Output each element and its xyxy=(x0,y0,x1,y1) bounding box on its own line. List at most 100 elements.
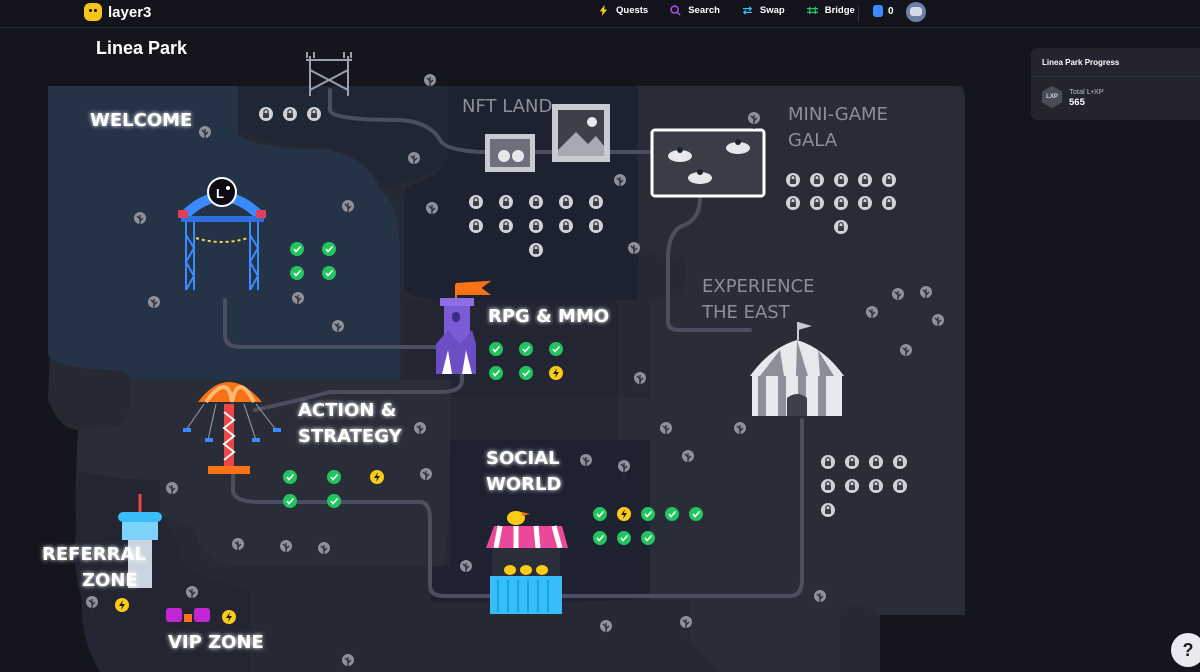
app-logo[interactable]: layer3 xyxy=(84,3,151,21)
quest-locked-icon[interactable] xyxy=(845,455,859,469)
label-social-1: SOCIAL xyxy=(486,448,560,469)
quest-done-icon[interactable] xyxy=(322,242,336,256)
svg-text:L: L xyxy=(216,186,224,201)
search-icon xyxy=(670,5,681,16)
quest-done-icon[interactable] xyxy=(489,366,503,380)
label-vip-zone: VIP ZONE xyxy=(168,632,264,653)
quest-done-icon[interactable] xyxy=(283,494,297,508)
progress-divider xyxy=(1031,76,1200,77)
bridge-icon xyxy=(806,6,818,15)
nav-bridge[interactable]: Bridge xyxy=(806,5,855,16)
quest-done-icon[interactable] xyxy=(641,531,655,545)
quest-locked-icon[interactable] xyxy=(893,455,907,469)
label-mini-game-1: MINI-GAME xyxy=(788,104,888,125)
quest-locked-icon[interactable] xyxy=(499,195,513,209)
quest-locked-icon[interactable] xyxy=(307,107,321,121)
label-social-2: WORLD xyxy=(486,474,561,495)
quest-done-icon[interactable] xyxy=(327,470,341,484)
quest-locked-icon[interactable] xyxy=(469,195,483,209)
quest-done-icon[interactable] xyxy=(290,266,304,280)
quest-locked-icon[interactable] xyxy=(529,243,543,257)
quest-done-icon[interactable] xyxy=(290,242,304,256)
nav-quests[interactable]: Quests xyxy=(598,5,648,16)
quest-locked-icon[interactable] xyxy=(529,195,543,209)
quest-done-icon[interactable] xyxy=(322,266,336,280)
quest-locked-icon[interactable] xyxy=(821,479,835,493)
nav-bridge-label: Bridge xyxy=(824,5,855,16)
quest-locked-icon[interactable] xyxy=(810,173,824,187)
quest-locked-icon[interactable] xyxy=(869,479,883,493)
quest-locked-icon[interactable] xyxy=(786,173,800,187)
quest-done-icon[interactable] xyxy=(549,342,563,356)
quest-done-icon[interactable] xyxy=(593,531,607,545)
quest-active-icon[interactable] xyxy=(617,507,631,521)
total-lxp-value: 565 xyxy=(1069,97,1085,108)
quest-done-icon[interactable] xyxy=(489,342,503,356)
main-nav: Quests Search Swap Bridge xyxy=(598,5,855,16)
layer3-logo-icon xyxy=(84,3,102,21)
label-mini-game-2: GALA xyxy=(788,130,838,151)
quest-done-icon[interactable] xyxy=(665,507,679,521)
label-action-2: STRATEGY xyxy=(298,426,403,447)
quest-locked-icon[interactable] xyxy=(283,107,297,121)
nav-swap[interactable]: Swap xyxy=(742,5,785,16)
gem-icon xyxy=(873,5,883,17)
nav-divider xyxy=(858,6,859,22)
lightning-icon xyxy=(599,5,608,16)
nav-quests-label: Quests xyxy=(616,5,649,16)
nav-search-label: Search xyxy=(688,5,720,16)
quest-locked-icon[interactable] xyxy=(589,195,603,209)
help-button[interactable]: ? xyxy=(1171,633,1200,667)
quest-locked-icon[interactable] xyxy=(821,503,835,517)
quest-done-icon[interactable] xyxy=(519,366,533,380)
quest-done-icon[interactable] xyxy=(593,507,607,521)
quest-active-icon[interactable] xyxy=(370,470,384,484)
quest-locked-icon[interactable] xyxy=(893,479,907,493)
quest-locked-icon[interactable] xyxy=(834,196,848,210)
quest-locked-icon[interactable] xyxy=(259,107,273,121)
social-booth xyxy=(486,511,568,614)
label-nft-land: NFT LAND xyxy=(462,96,552,117)
label-rpg-mmo: RPG & MMO xyxy=(488,306,609,327)
quest-locked-icon[interactable] xyxy=(810,196,824,210)
quest-done-icon[interactable] xyxy=(327,494,341,508)
quest-locked-icon[interactable] xyxy=(834,220,848,234)
quest-locked-icon[interactable] xyxy=(845,479,859,493)
quest-locked-icon[interactable] xyxy=(869,455,883,469)
quest-locked-icon[interactable] xyxy=(882,196,896,210)
quest-active-icon[interactable] xyxy=(222,610,236,624)
quest-locked-icon[interactable] xyxy=(821,455,835,469)
lxp-badge-icon: LXP xyxy=(1042,86,1062,108)
quest-active-icon[interactable] xyxy=(115,598,129,612)
quest-locked-icon[interactable] xyxy=(858,196,872,210)
quest-locked-icon[interactable] xyxy=(499,219,513,233)
quest-active-icon[interactable] xyxy=(549,366,563,380)
quest-locked-icon[interactable] xyxy=(469,219,483,233)
quest-done-icon[interactable] xyxy=(689,507,703,521)
nav-swap-label: Swap xyxy=(759,5,785,16)
label-welcome: WELCOME xyxy=(90,110,192,131)
balance-value: 0 xyxy=(888,5,894,17)
quest-locked-icon[interactable] xyxy=(559,195,573,209)
token-balance[interactable]: 0 xyxy=(873,5,894,17)
quest-locked-icon[interactable] xyxy=(589,219,603,233)
quest-done-icon[interactable] xyxy=(641,507,655,521)
mini-game-frame xyxy=(650,128,766,198)
progress-panel: Linea Park Progress LXP Total L•XP 565 xyxy=(1031,48,1200,120)
quest-done-icon[interactable] xyxy=(519,342,533,356)
quest-done-icon[interactable] xyxy=(283,470,297,484)
quest-locked-icon[interactable] xyxy=(882,173,896,187)
quest-locked-icon[interactable] xyxy=(529,219,543,233)
quest-locked-icon[interactable] xyxy=(786,196,800,210)
label-experience-2: THE EAST xyxy=(701,302,791,323)
user-avatar[interactable] xyxy=(906,2,926,22)
quest-locked-icon[interactable] xyxy=(559,219,573,233)
label-experience-1: EXPERIENCE xyxy=(702,276,815,297)
quest-locked-icon[interactable] xyxy=(834,173,848,187)
quest-locked-icon[interactable] xyxy=(858,173,872,187)
nav-search[interactable]: Search xyxy=(670,5,720,16)
progress-title: Linea Park Progress xyxy=(1042,58,1120,67)
swap-icon xyxy=(742,6,752,15)
park-map: L WELCOME NFT LAND MINI-GAME GALA EXPERI… xyxy=(42,52,965,672)
quest-done-icon[interactable] xyxy=(617,531,631,545)
